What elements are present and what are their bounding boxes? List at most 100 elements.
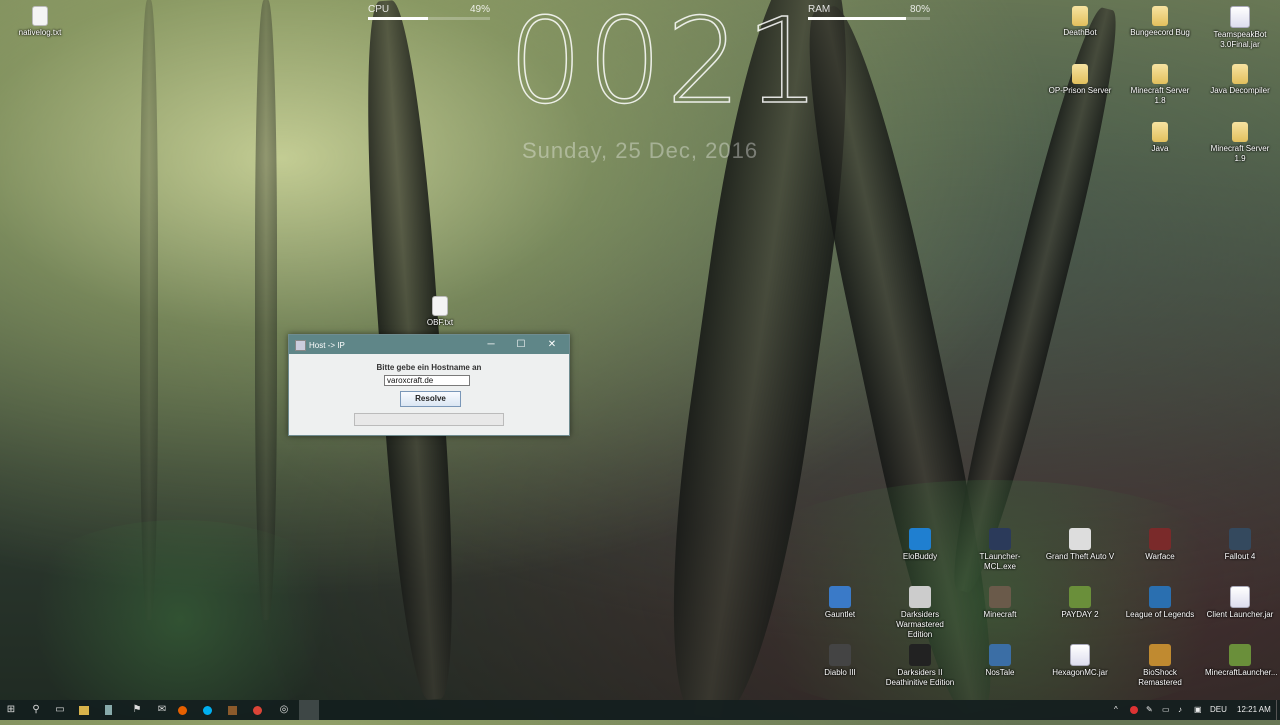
tray-overflow-icon[interactable]: ^ xyxy=(1114,705,1118,714)
desktop-icon[interactable]: Java xyxy=(1125,122,1195,154)
desktop-icon-label: Darksiders II Deathinitive Edition xyxy=(885,668,955,687)
desktop-icon[interactable]: OP-Prison Server xyxy=(1045,64,1115,96)
java-app-taskbar-icon[interactable] xyxy=(299,700,319,720)
search-icon[interactable]: ⚲ xyxy=(29,703,43,717)
clock-date: Sunday, 25 Dec, 2016 xyxy=(522,138,759,163)
desktop-icon[interactable]: EloBuddy xyxy=(885,528,955,562)
desktop-icon-label: Java Decompiler xyxy=(1210,86,1270,95)
desktop-icon[interactable]: MinecraftLauncher... xyxy=(1205,644,1278,678)
desktop-icon[interactable]: Minecraft Server 1.9 xyxy=(1205,122,1275,164)
cpu-value: 49% xyxy=(469,4,490,15)
desktop-icon-nativelog[interactable]: nativelog.txt xyxy=(5,6,75,38)
application-icon xyxy=(829,644,851,666)
desktop-icon-label: Diablo III xyxy=(824,668,856,677)
maximize-button[interactable]: ☐ xyxy=(506,337,536,352)
desktop-icon-label: Darksiders Warmastered Edition xyxy=(896,610,944,639)
skype-icon[interactable] xyxy=(203,706,212,715)
application-icon xyxy=(989,586,1011,608)
desktop-icon[interactable]: Grand Theft Auto V xyxy=(1045,528,1115,562)
folder-icon xyxy=(1232,64,1248,84)
text-file-icon xyxy=(432,296,448,316)
task-view-icon[interactable]: ▭ xyxy=(53,703,67,717)
text-file-icon xyxy=(32,6,48,26)
desktop-icon[interactable]: Bungeecord Bug xyxy=(1125,6,1195,38)
desktop-icon[interactable]: HexagonMC.jar xyxy=(1045,644,1115,678)
desktop-icon-label: EloBuddy xyxy=(902,552,938,561)
application-icon xyxy=(829,586,851,608)
folder-icon xyxy=(1152,6,1168,26)
desktop-icon[interactable]: TLauncher-MCL.exe xyxy=(965,528,1035,572)
desktop-icon[interactable]: Diablo III xyxy=(805,644,875,678)
desktop-icon[interactable]: PAYDAY 2 xyxy=(1045,586,1115,620)
desktop-icon[interactable]: Warface xyxy=(1125,528,1195,562)
application-icon xyxy=(909,586,931,608)
tray-app-icon[interactable]: ✎ xyxy=(1146,705,1153,714)
desktop-icon[interactable]: Darksiders II Deathinitive Edition xyxy=(885,644,955,688)
app-icon[interactable]: ⚑ xyxy=(130,703,144,717)
desktop-icon[interactable]: NosTale xyxy=(965,644,1035,678)
taskbar: ⊞ ⚲ ▭ ⚑ ✉ ◎ ^ ✎ ▭ ♪ ▣ DEU 12:21 AM xyxy=(0,700,1280,720)
desktop-icon-label: Java xyxy=(1151,144,1169,153)
ram-meter: RAM 80% xyxy=(808,4,930,20)
desktop-icon-label: Gauntlet xyxy=(824,610,856,619)
desktop-icon-label: MinecraftLauncher... xyxy=(1205,668,1278,677)
ram-value: 80% xyxy=(909,4,930,15)
desktop-icon-label: PAYDAY 2 xyxy=(1061,610,1099,619)
application-icon xyxy=(909,528,931,550)
start-icon[interactable]: ⊞ xyxy=(4,703,18,717)
desktop-icon-label: HexagonMC.jar xyxy=(1052,668,1108,677)
chrome-icon[interactable] xyxy=(253,706,262,715)
resolve-button[interactable]: Resolve xyxy=(400,391,461,407)
clock-time: 0021 xyxy=(507,0,825,131)
desktop-icon[interactable]: Minecraft Server 1.8 xyxy=(1125,64,1195,106)
network-icon[interactable]: ▭ xyxy=(1162,705,1170,714)
application-icon xyxy=(1069,586,1091,608)
application-icon xyxy=(1229,528,1251,550)
tray-app-icon[interactable]: ▣ xyxy=(1194,705,1202,714)
volume-icon[interactable]: ♪ xyxy=(1178,705,1182,714)
cpu-label: CPU xyxy=(368,4,390,15)
desktop-icon-label: NosTale xyxy=(985,668,1015,677)
folder-icon xyxy=(1152,64,1168,84)
desktop-icon[interactable]: Darksiders Warmastered Edition xyxy=(885,586,955,640)
app-icon[interactable]: ◎ xyxy=(277,703,291,717)
firefox-icon[interactable] xyxy=(178,706,187,715)
app-icon[interactable]: ✉ xyxy=(155,703,169,717)
desktop-icon[interactable]: Client Launcher.jar xyxy=(1205,586,1275,620)
file-explorer-icon[interactable] xyxy=(79,706,89,715)
desktop-icon[interactable]: BioShock Remastered xyxy=(1125,644,1195,688)
minecraft-icon[interactable] xyxy=(228,706,237,715)
notepad-icon[interactable] xyxy=(105,705,112,715)
desktop-icon-label: League of Legends xyxy=(1125,610,1195,619)
hostname-input[interactable]: varoxcraft.de xyxy=(384,375,470,386)
desktop-icon-label: TLauncher-MCL.exe xyxy=(979,552,1021,571)
folder-icon xyxy=(1232,122,1248,142)
minimize-button[interactable]: ─ xyxy=(476,337,506,352)
desktop-icon[interactable]: League of Legends xyxy=(1125,586,1195,620)
application-icon xyxy=(1149,644,1171,666)
cpu-meter: CPU 49% xyxy=(368,4,490,20)
desktop-icon[interactable]: Gauntlet xyxy=(805,586,875,620)
desktop-icon-label: Minecraft xyxy=(983,610,1017,619)
tray-app-icon[interactable] xyxy=(1130,706,1138,714)
cpu-bar-fill xyxy=(368,17,428,20)
desktop-icon[interactable]: DeathBot xyxy=(1045,6,1115,38)
window-titlebar[interactable]: Host -> IP ─ ☐ ✕ xyxy=(289,335,569,354)
close-button[interactable]: ✕ xyxy=(537,337,567,352)
desktop-icon[interactable]: Java Decompiler xyxy=(1205,64,1275,96)
application-icon xyxy=(989,644,1011,666)
taskbar-clock[interactable]: 12:21 AM xyxy=(1237,705,1271,714)
desktop-icon[interactable]: Fallout 4 xyxy=(1205,528,1275,562)
show-desktop-button[interactable] xyxy=(1276,700,1280,720)
hostname-prompt: Bitte gebe ein Hostname an xyxy=(376,363,482,372)
application-icon xyxy=(1069,528,1091,550)
desktop-icon-label: Fallout 4 xyxy=(1224,552,1256,561)
desktop-icon-obf[interactable]: OBF.txt xyxy=(405,296,475,328)
folder-icon xyxy=(1152,122,1168,142)
folder-icon xyxy=(1072,64,1088,84)
desktop-icon[interactable]: TeamspeakBot 3.0Final.jar xyxy=(1205,6,1275,50)
desktop-icon[interactable]: Minecraft xyxy=(965,586,1035,620)
resolve-progress-bar xyxy=(354,413,504,426)
host-ip-window: Host -> IP ─ ☐ ✕ Bitte gebe ein Hostname… xyxy=(288,334,570,436)
language-indicator[interactable]: DEU xyxy=(1210,705,1227,714)
